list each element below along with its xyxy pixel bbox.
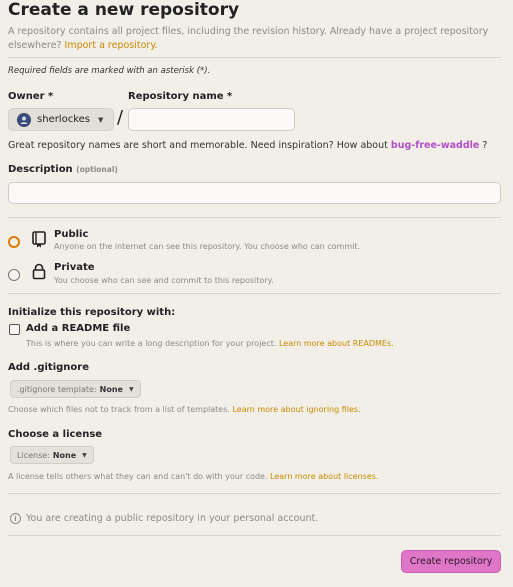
readme-checkbox[interactable]: [9, 324, 20, 335]
private-title: Private: [54, 262, 95, 273]
gitignore-select[interactable]: .gitignore template: None ▼: [10, 380, 141, 398]
owner-select[interactable]: sherlockes ▼: [8, 108, 114, 131]
chevron-down-icon: ▼: [128, 385, 134, 393]
repo-name-label: Repository name *: [128, 91, 233, 102]
readme-note-text: This is where you can write a long descr…: [26, 339, 277, 348]
gitignore-heading: Add .gitignore: [8, 362, 89, 373]
public-radio[interactable]: [8, 236, 20, 248]
initialize-heading: Initialize this repository with:: [8, 307, 176, 318]
required-fields-note: Required fields are marked with an aster…: [8, 66, 211, 76]
owner-label: Owner *: [8, 91, 54, 102]
license-heading: Choose a license: [8, 429, 103, 440]
description-input[interactable]: [8, 182, 501, 204]
name-hint: Great repository names are short and mem…: [8, 140, 487, 151]
create-repository-button[interactable]: Create repository: [401, 550, 501, 573]
lock-icon: [32, 263, 46, 284]
readme-label: Add a README file: [26, 323, 131, 334]
intro-text: A repository contains all project files,…: [8, 25, 498, 53]
info-icon: i: [10, 513, 21, 524]
chevron-down-icon: ▼: [98, 115, 104, 124]
info-message: i You are creating a public repository i…: [10, 513, 318, 524]
license-note: A license tells others what they can and…: [8, 472, 378, 481]
avatar: [17, 112, 31, 127]
gitignore-note-text: Choose which files not to track from a l…: [8, 405, 230, 414]
learn-readmes-link[interactable]: Learn more about READMEs.: [279, 339, 394, 348]
name-hint-suffix: ?: [482, 140, 488, 151]
import-repository-link[interactable]: Import a repository.: [65, 40, 158, 51]
public-title: Public: [54, 229, 89, 240]
divider: [8, 57, 501, 58]
gitignore-select-prefix: .gitignore template:: [17, 384, 97, 394]
divider: [8, 217, 501, 218]
slash-separator: /: [117, 107, 124, 128]
optional-tag: (optional): [76, 165, 118, 174]
private-radio[interactable]: [8, 269, 20, 281]
divider: [8, 493, 501, 494]
license-select-prefix: License:: [17, 450, 50, 460]
divider: [8, 293, 501, 294]
gitignore-select-value: None: [99, 384, 123, 394]
private-subtitle: You choose who can see and commit to thi…: [54, 276, 274, 285]
description-label-text: Description: [8, 164, 73, 175]
chevron-down-icon: ▼: [82, 451, 87, 459]
learn-licenses-link[interactable]: Learn more about licenses.: [270, 472, 378, 481]
name-hint-text: Great repository names are short and mem…: [8, 140, 388, 151]
info-message-text: You are creating a public repository in …: [26, 513, 319, 524]
repo-book-icon: [32, 231, 46, 252]
description-label: Description (optional): [8, 164, 118, 175]
public-subtitle: Anyone on the internet can see this repo…: [54, 242, 361, 251]
license-select[interactable]: License: None ▼: [10, 446, 94, 464]
license-note-text: A license tells others what they can and…: [8, 472, 268, 481]
learn-ignoring-files-link[interactable]: Learn more about ignoring files.: [232, 405, 360, 414]
gitignore-note: Choose which files not to track from a l…: [8, 405, 361, 414]
name-suggestion-link[interactable]: bug-free-waddle: [391, 140, 479, 151]
repo-name-input[interactable]: [128, 108, 295, 131]
divider: [8, 535, 501, 536]
page-title: Create a new repository: [8, 0, 240, 20]
license-select-value: None: [52, 450, 77, 460]
owner-name: sherlockes: [37, 114, 91, 125]
readme-note: This is where you can write a long descr…: [26, 339, 394, 348]
